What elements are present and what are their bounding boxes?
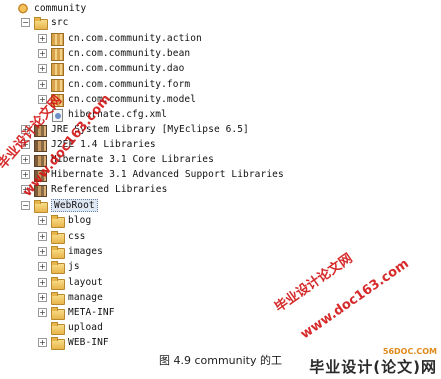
expand-toggle[interactable]: + xyxy=(38,338,47,347)
tree-item-community[interactable]: community xyxy=(4,1,86,16)
expand-toggle[interactable]: + xyxy=(38,278,47,287)
tree-item-cn-com-community-bean[interactable]: + cn.com.community.bean xyxy=(38,46,190,61)
expand-toggle[interactable]: + xyxy=(21,140,30,149)
folder-icon xyxy=(50,321,65,335)
tree-item-manage[interactable]: + manage xyxy=(38,290,103,305)
tree-item-label: cn.com.community.form xyxy=(68,79,191,90)
tree-item-cn-com-community-form[interactable]: + cn.com.community.form xyxy=(38,77,190,92)
tree-item-label: Referenced Libraries xyxy=(51,184,168,195)
brand-name: 毕业设计(论文)网 xyxy=(309,358,437,376)
tree-item-hibernate-3-1-core-libraries[interactable]: + Hibernate 3.1 Core Libraries xyxy=(21,152,214,167)
library-icon xyxy=(33,138,47,152)
tree-item-label: J2EE 1.4 Libraries xyxy=(51,139,156,150)
expand-toggle[interactable]: + xyxy=(21,155,30,164)
no-toggle xyxy=(38,110,47,119)
project-icon xyxy=(16,2,30,15)
expand-toggle[interactable]: + xyxy=(38,247,47,256)
tree-item-label: layout xyxy=(68,277,103,288)
tree-item-blog[interactable]: + blog xyxy=(38,213,91,228)
tree-item-label: Hibernate 3.1 Advanced Support Libraries xyxy=(51,169,284,180)
expand-toggle[interactable]: + xyxy=(38,262,47,271)
library-icon xyxy=(33,123,47,137)
tree-item-hibernate-3-1-advanced-support-libraries[interactable]: + Hibernate 3.1 Advanced Support Librarie… xyxy=(21,167,284,182)
tree-item-jre-system-library-myeclipse-6-5[interactable]: + JRE System Library [MyEclipse 6.5] xyxy=(21,122,249,137)
folder-icon xyxy=(50,336,65,350)
package-icon xyxy=(50,78,64,92)
collapse-toggle[interactable]: − xyxy=(21,18,30,27)
tree-item-images[interactable]: + images xyxy=(38,244,103,259)
tree-item-label: hibernate.cfg.xml xyxy=(68,109,167,120)
tree-item-meta-inf[interactable]: + META-INF xyxy=(38,305,115,320)
expand-toggle[interactable]: + xyxy=(38,49,47,58)
tree-item-label: js xyxy=(68,261,80,272)
tree-item-label: css xyxy=(68,231,86,242)
folder-icon xyxy=(50,230,65,244)
tree-item-src[interactable]: − src xyxy=(21,15,68,30)
expand-toggle[interactable]: + xyxy=(38,232,47,241)
tree-item-upload[interactable]: upload xyxy=(38,320,103,335)
tree-item-label: cn.com.community.action xyxy=(68,33,202,44)
tree-item-label: images xyxy=(68,246,103,257)
project-explorer-tree: community − src + cn.com.community.action + cn… xyxy=(0,0,441,350)
tree-item-web-inf[interactable]: + WEB-INF xyxy=(38,335,109,350)
tree-item-label: community xyxy=(34,3,87,14)
library-icon xyxy=(33,153,47,167)
tree-item-referenced-libraries[interactable]: + Referenced Libraries xyxy=(21,182,167,197)
package-icon xyxy=(50,32,64,46)
tree-item-label: cn.com.community.model xyxy=(68,94,197,105)
package-icon xyxy=(50,62,64,76)
tree-item-label: src xyxy=(51,17,69,28)
tree-item-js[interactable]: + js xyxy=(38,259,80,274)
tree-item-label: JRE System Library [MyEclipse 6.5] xyxy=(51,124,249,135)
tree-item-label: manage xyxy=(68,292,103,303)
expand-toggle[interactable]: + xyxy=(21,125,30,134)
expand-toggle[interactable]: + xyxy=(38,95,47,104)
folder-icon xyxy=(50,260,65,274)
expand-toggle[interactable]: + xyxy=(38,64,47,73)
tree-item-hibernate-cfg-xml[interactable]: hibernate.cfg.xml xyxy=(38,107,167,122)
folder-icon xyxy=(50,245,65,259)
tree-item-css[interactable]: + css xyxy=(38,229,85,244)
tree-item-label: blog xyxy=(68,215,92,226)
no-toggle xyxy=(4,4,13,13)
expand-toggle[interactable]: + xyxy=(38,34,47,43)
tree-item-webroot[interactable]: − WebRoot xyxy=(21,198,98,213)
tree-item-j2ee-1-4-libraries[interactable]: + J2EE 1.4 Libraries xyxy=(21,137,156,152)
tree-item-cn-com-community-action[interactable]: + cn.com.community.action xyxy=(38,31,202,46)
expand-toggle[interactable]: + xyxy=(38,216,47,225)
tree-item-label: cn.com.community.dao xyxy=(68,63,185,74)
no-toggle xyxy=(38,323,47,332)
tree-item-label: WebRoot xyxy=(51,199,98,212)
brand-logo: 56DOC.COM 毕业设计(论文)网 xyxy=(309,347,437,377)
expand-toggle[interactable]: + xyxy=(21,185,30,194)
package-icon xyxy=(50,47,64,61)
tree-item-layout[interactable]: + layout xyxy=(38,275,103,290)
library-icon xyxy=(33,168,47,182)
folder-icon xyxy=(50,276,65,290)
folder-icon xyxy=(50,306,65,320)
tree-item-label: upload xyxy=(68,322,103,333)
tree-item-label: META-INF xyxy=(68,307,115,318)
expand-toggle[interactable]: + xyxy=(21,170,30,179)
tree-item-label: Hibernate 3.1 Core Libraries xyxy=(51,154,214,165)
tree-item-cn-com-community-model[interactable]: + cn.com.community.model xyxy=(38,92,196,107)
xml-file-icon xyxy=(50,108,64,122)
tree-item-label: cn.com.community.bean xyxy=(68,48,191,59)
folder-icon xyxy=(33,199,48,213)
folder-icon xyxy=(50,214,65,228)
collapse-toggle[interactable]: − xyxy=(21,201,30,210)
package-icon xyxy=(50,93,64,107)
folder-icon xyxy=(50,291,65,305)
tree-item-label: WEB-INF xyxy=(68,337,109,348)
brand-domain: 56DOC.COM xyxy=(382,347,437,356)
expand-toggle[interactable]: + xyxy=(38,308,47,317)
source-folder-icon xyxy=(33,16,48,30)
expand-toggle[interactable]: + xyxy=(38,80,47,89)
expand-toggle[interactable]: + xyxy=(38,293,47,302)
library-icon xyxy=(33,183,47,197)
tree-item-cn-com-community-dao[interactable]: + cn.com.community.dao xyxy=(38,61,184,76)
